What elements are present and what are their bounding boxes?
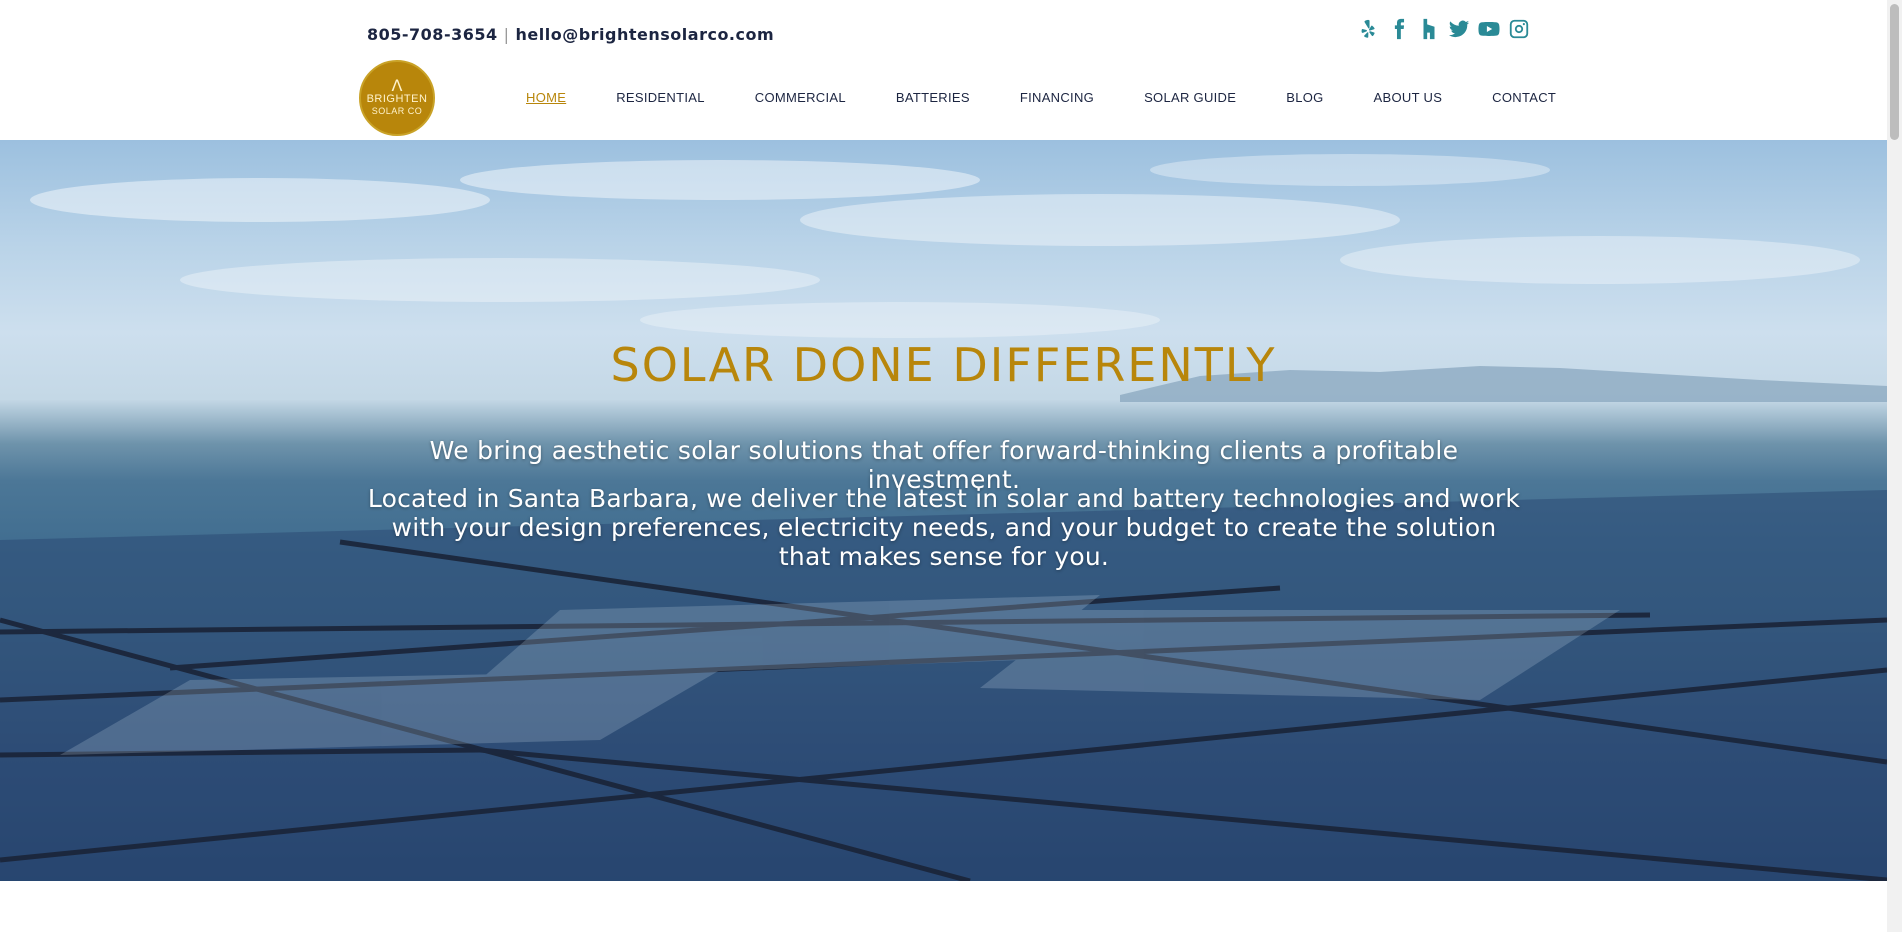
main-nav: HOME RESIDENTIAL COMMERCIAL BATTERIES FI… bbox=[526, 90, 1556, 105]
twitter-icon[interactable] bbox=[1448, 18, 1470, 40]
scrollbar-thumb[interactable] bbox=[1890, 4, 1899, 140]
logo-line-2: SOLAR CO bbox=[371, 106, 423, 116]
nav-contact[interactable]: CONTACT bbox=[1492, 90, 1556, 105]
site-header: 805-708-3654 | hello@brightensolarco.com Λ… bbox=[0, 0, 1887, 140]
houzz-icon[interactable] bbox=[1418, 18, 1440, 40]
nav-financing[interactable]: FINANCING bbox=[1020, 90, 1094, 105]
nav-solar-guide[interactable]: SOLAR GUIDE bbox=[1144, 90, 1236, 105]
nav-commercial[interactable]: COMMERCIAL bbox=[755, 90, 846, 105]
nav-about-us[interactable]: ABOUT US bbox=[1374, 90, 1443, 105]
contact-separator: | bbox=[503, 25, 510, 44]
email-link[interactable]: hello@brightensolarco.com bbox=[516, 25, 775, 44]
facebook-icon[interactable] bbox=[1388, 18, 1410, 40]
nav-residential[interactable]: RESIDENTIAL bbox=[616, 90, 705, 105]
hero-section: SOLAR DONE DIFFERENTLY We bring aestheti… bbox=[0, 140, 1887, 881]
brighten-solar-logo[interactable]: Λ BRIGHTEN SOLAR CO bbox=[359, 60, 435, 136]
instagram-icon[interactable] bbox=[1508, 18, 1530, 40]
logo-line-1: BRIGHTEN bbox=[366, 93, 428, 105]
youtube-icon[interactable] bbox=[1478, 18, 1500, 40]
phone-link[interactable]: 805-708-3654 bbox=[367, 25, 498, 44]
hero-body-text: Located in Santa Barbara, we deliver the… bbox=[367, 484, 1521, 571]
nav-home[interactable]: HOME bbox=[526, 90, 566, 105]
yelp-icon[interactable] bbox=[1358, 18, 1380, 40]
social-links bbox=[1358, 18, 1530, 40]
page-scrollbar[interactable] bbox=[1887, 0, 1902, 932]
contact-line: 805-708-3654 | hello@brightensolarco.com bbox=[367, 25, 774, 44]
logo-mark-icon: Λ bbox=[391, 76, 403, 95]
nav-batteries[interactable]: BATTERIES bbox=[896, 90, 970, 105]
hero-title: SOLAR DONE DIFFERENTLY bbox=[610, 338, 1277, 392]
nav-blog[interactable]: BLOG bbox=[1286, 90, 1323, 105]
